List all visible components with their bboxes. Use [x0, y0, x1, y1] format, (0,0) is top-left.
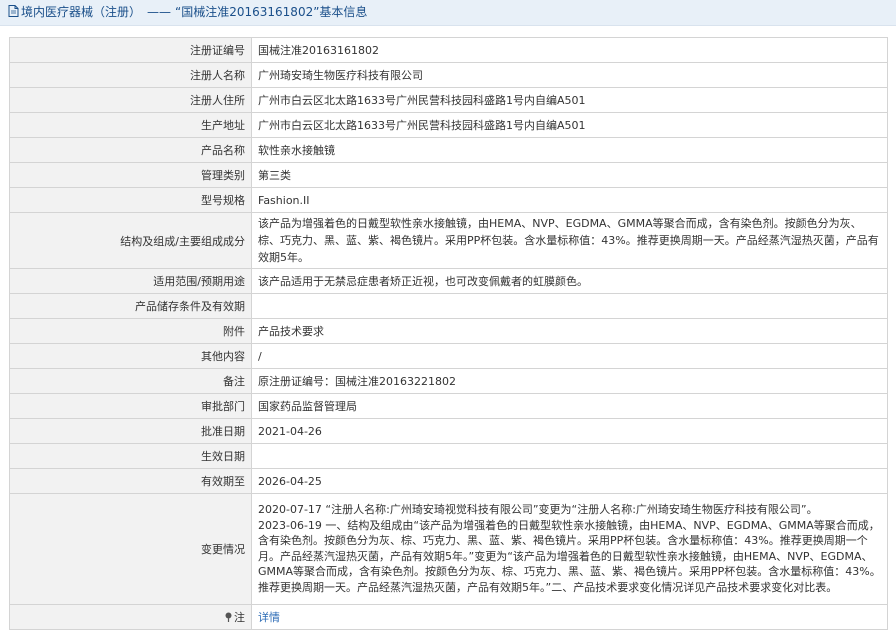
row-label: 批准日期 [9, 418, 252, 444]
table-row: 生产地址 广州市白云区北太路1633号广州民营科技园科盛路1号内自编A501 [9, 112, 888, 138]
row-label: 有效期至 [9, 468, 252, 494]
details-link[interactable]: 详情 [258, 611, 280, 624]
table-row: 注册证编号 国械注准20163161802 [9, 37, 888, 63]
note-label: 注 [234, 611, 245, 624]
table-row: 结构及组成/主要组成成分 该产品为增强着色的日戴型软性亲水接触镜，由HEMA、NV… [9, 212, 888, 269]
row-value: 国家药品监督管理局 [251, 393, 888, 419]
row-label: 生效日期 [9, 443, 252, 469]
row-label: 注册证编号 [9, 37, 252, 63]
header-category: 境内医疗器械（注册） [21, 5, 142, 19]
row-value: 广州琦安琦生物医疗科技有限公司 [251, 62, 888, 88]
page-header: 境内医疗器械（注册） —— “国械注准20163161802”基本信息 [0, 0, 896, 26]
row-value: 该产品适用于无禁忌症患者矫正近视，也可改变佩戴者的虹膜颜色。 [251, 268, 888, 294]
table-row: 型号规格 Fashion.II [9, 187, 888, 213]
table-row: 适用范围/预期用途 该产品适用于无禁忌症患者矫正近视，也可改变佩戴者的虹膜颜色。 [9, 268, 888, 294]
note-value: 详情 [251, 604, 888, 630]
row-value: 原注册证编号：国械注准20163221802 [251, 368, 888, 394]
table-row: 生效日期 [9, 443, 888, 469]
row-label: 附件 [9, 318, 252, 344]
row-label: 审批部门 [9, 393, 252, 419]
row-label: 其他内容 [9, 343, 252, 369]
detail-container: 注册证编号 国械注准20163161802 注册人名称 广州琦安琦生物医疗科技有限公… [0, 26, 896, 630]
row-value: 该产品为增强着色的日戴型软性亲水接触镜，由HEMA、NVP、EGDMA、GMMA… [251, 212, 888, 269]
row-label: 适用范围/预期用途 [9, 268, 252, 294]
table-row: 有效期至 2026-04-25 [9, 468, 888, 494]
row-value: Fashion.II [251, 187, 888, 213]
header-separator: —— [147, 5, 172, 19]
row-value: 软性亲水接触镜 [251, 137, 888, 163]
row-label: 管理类别 [9, 162, 252, 188]
row-value: / [251, 343, 888, 369]
row-label: 产品储存条件及有效期 [9, 293, 252, 319]
row-value: 产品技术要求 [251, 318, 888, 344]
row-label: 注册人名称 [9, 62, 252, 88]
table-row: 批准日期 2021-04-26 [9, 418, 888, 444]
table-row: 产品名称 软性亲水接触镜 [9, 137, 888, 163]
row-value: 广州市白云区北太路1633号广州民营科技园科盛路1号内自编A501 [251, 112, 888, 138]
pin-icon [225, 612, 232, 622]
row-value: 2026-04-25 [251, 468, 888, 494]
row-value [251, 443, 888, 469]
table-row: 注册人住所 广州市白云区北太路1633号广州民营科技园科盛路1号内自编A501 [9, 87, 888, 113]
detail-table: 注册证编号 国械注准20163161802 注册人名称 广州琦安琦生物医疗科技有限公… [9, 37, 888, 630]
change-history-value: 2020-07-17 “注册人名称:广州琦安琦视觉科技有限公司”变更为“注册人名… [251, 493, 888, 605]
table-row: 注册人名称 广州琦安琦生物医疗科技有限公司 [9, 62, 888, 88]
table-row: 审批部门 国家药品监督管理局 [9, 393, 888, 419]
table-row: 注 详情 [9, 604, 888, 630]
row-label: 注册人住所 [9, 87, 252, 113]
table-row: 其他内容 / [9, 343, 888, 369]
row-value: 2021-04-26 [251, 418, 888, 444]
row-label: 备注 [9, 368, 252, 394]
row-label: 结构及组成/主要组成成分 [9, 212, 252, 269]
table-row: 附件 产品技术要求 [9, 318, 888, 344]
header-title: “国械注准20163161802”基本信息 [175, 5, 368, 19]
table-row: 变更情况 2020-07-17 “注册人名称:广州琦安琦视觉科技有限公司”变更为“… [9, 493, 888, 605]
row-label: 产品名称 [9, 137, 252, 163]
row-value: 广州市白云区北太路1633号广州民营科技园科盛路1号内自编A501 [251, 87, 888, 113]
row-value: 第三类 [251, 162, 888, 188]
table-row: 备注 原注册证编号：国械注准20163221802 [9, 368, 888, 394]
row-label: 变更情况 [9, 493, 252, 605]
row-value [251, 293, 888, 319]
table-row: 产品储存条件及有效期 [9, 293, 888, 319]
row-label: 型号规格 [9, 187, 252, 213]
table-row: 管理类别 第三类 [9, 162, 888, 188]
row-value: 国械注准20163161802 [251, 37, 888, 63]
document-icon [8, 5, 19, 17]
row-label: 生产地址 [9, 112, 252, 138]
note-label-cell: 注 [9, 604, 252, 630]
